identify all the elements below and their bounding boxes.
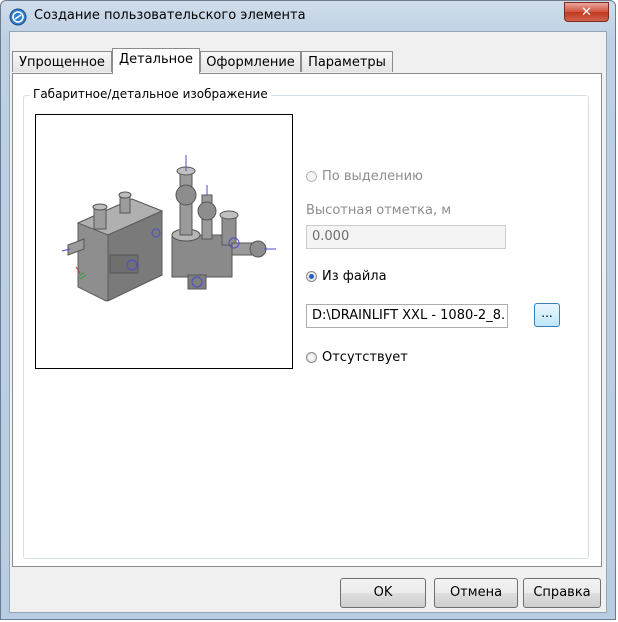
dialog-client-area: Упрощенное Детальное Оформление Параметр… bbox=[9, 31, 607, 613]
radio-absent[interactable]: Отсутствует bbox=[306, 350, 408, 365]
radio-button-indicator bbox=[306, 171, 317, 182]
tab-panel-detailed: Габаритное/детальное изображение По выде… bbox=[12, 73, 602, 567]
title-bar[interactable]: Создание пользовательского элемента ✕ bbox=[1, 1, 615, 31]
close-button[interactable]: ✕ bbox=[564, 2, 609, 22]
app-logo-icon bbox=[9, 8, 27, 26]
radio-by-selection[interactable]: По выделению bbox=[306, 169, 423, 184]
ok-button[interactable]: OK bbox=[340, 578, 426, 608]
elevation-field[interactable]: 0.000 bbox=[306, 225, 506, 249]
tab-appearance[interactable]: Оформление bbox=[200, 51, 301, 72]
equipment-3d-icon bbox=[61, 155, 276, 302]
browse-button[interactable]: ... bbox=[534, 303, 560, 327]
groupbox-legend: Габаритное/детальное изображение bbox=[30, 87, 271, 101]
cancel-button[interactable]: Отмена bbox=[434, 578, 518, 608]
tab-detailed[interactable]: Детальное bbox=[112, 48, 200, 74]
elevation-label: Высотная отметка, м bbox=[306, 203, 452, 218]
tab-parameters[interactable]: Параметры bbox=[301, 51, 393, 72]
dialog-window: Создание пользовательского элемента ✕ Уп… bbox=[0, 0, 616, 620]
tab-simplified[interactable]: Упрощенное bbox=[12, 51, 112, 72]
radio-from-file[interactable]: Из файла bbox=[306, 269, 387, 284]
file-path-field[interactable]: D:\DRAINLIFT XXL - 1080-2_8. bbox=[306, 304, 508, 328]
radio-button-indicator bbox=[306, 352, 317, 363]
radio-button-indicator bbox=[306, 271, 317, 282]
close-icon: ✕ bbox=[581, 5, 592, 20]
help-button[interactable]: Справка bbox=[523, 578, 601, 608]
radio-by-selection-label: По выделению bbox=[322, 169, 423, 184]
radio-absent-label: Отсутствует bbox=[322, 350, 408, 365]
model-preview bbox=[35, 114, 293, 369]
window-title: Создание пользовательского элемента bbox=[34, 8, 306, 23]
radio-from-file-label: Из файла bbox=[322, 269, 387, 284]
